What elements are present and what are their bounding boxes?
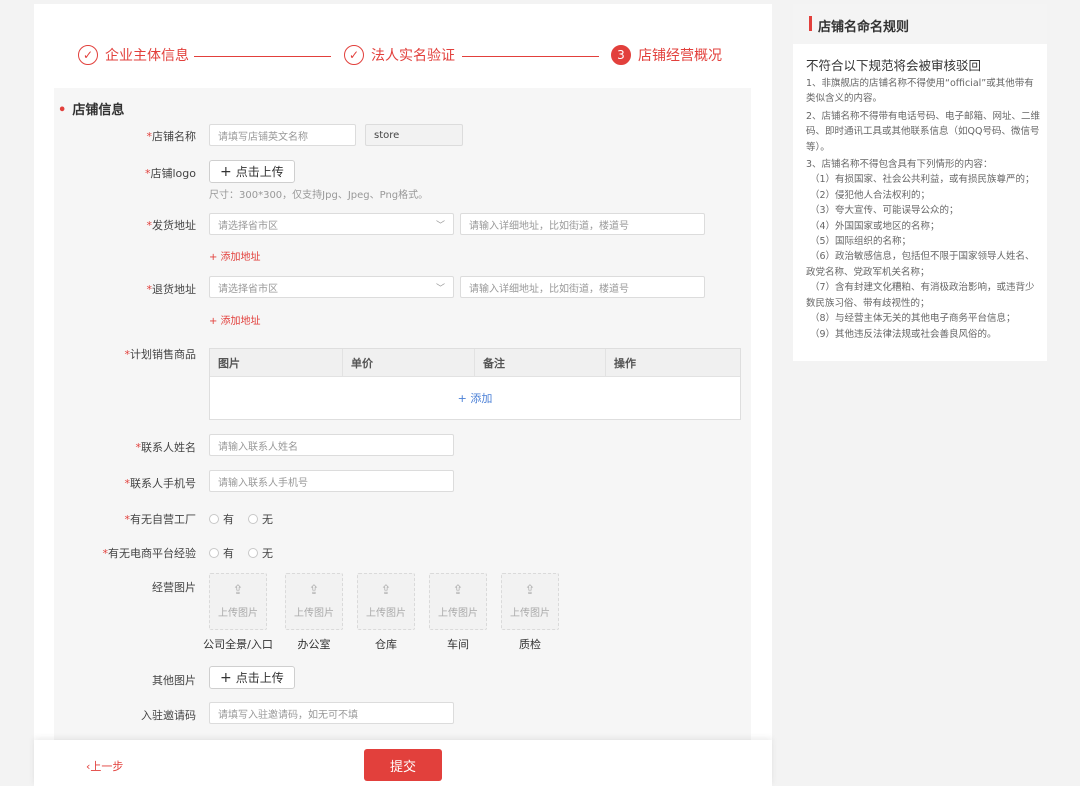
step-label: 店铺经营概况 [638, 48, 722, 64]
accent-bar [809, 16, 812, 31]
step-label: 企业主体信息 [105, 48, 189, 64]
progress-stepper: ✓ 企业主体信息 ✓ 法人实名验证 3 店铺经营概况 [34, 4, 772, 88]
rules-body: 1、非旗舰店的店铺名称不得使用“official”或其他带有类似含义的内容。 2… [806, 76, 1042, 342]
column-header: 备注 [475, 349, 606, 376]
check-icon: ✓ [78, 45, 98, 65]
return-region-select[interactable]: 请选择省市区 ﹀ [209, 276, 454, 298]
step-label: 法人实名验证 [371, 48, 455, 64]
upload-icon: ⇪ [308, 583, 320, 598]
contact-name-label: *联系人姓名 [135, 441, 197, 454]
rule-item: 2、店铺名称不得带有电话号码、电子邮箱、网址、二维码、即时通讯工具或其他联系信息… [806, 110, 1041, 153]
ecommerce-experience-label: *有无电商平台经验 [102, 547, 197, 560]
previous-step-link[interactable]: ‹上一步 [86, 758, 123, 774]
radio-option-no[interactable]: 无 [248, 545, 273, 561]
own-factory-label: *有无自营工厂 [124, 513, 197, 526]
column-header: 单价 [343, 349, 475, 376]
rule-subitem: （9）其他违反法律法规或社会善良风俗的。 [810, 328, 997, 340]
contact-phone-input[interactable]: 请输入联系人手机号 [209, 470, 454, 492]
chevron-down-icon: ﹀ [435, 284, 445, 294]
rule-subitem: （2）侵犯他人合法权利的； [810, 189, 931, 201]
upload-image-box-entrance[interactable]: ⇪ 上传图片 [209, 573, 267, 630]
rule-subitem: （4）外国国家或地区的名称； [810, 220, 940, 232]
rule-subitem: （8）与经营主体无关的其他电子商务平台信息； [810, 313, 1016, 325]
step-connector [194, 56, 331, 57]
other-images-upload-button[interactable]: + 点击上传 [209, 666, 295, 689]
logo-hint: 尺寸：300*300，仅支持Jpg、Jpeg、Png格式。 [209, 190, 429, 201]
contact-phone-label: *联系人手机号 [124, 477, 197, 490]
planned-goods-table: 图片 单价 备注 操作 + 添加 [209, 348, 741, 420]
radio-option-yes[interactable]: 有 [209, 545, 234, 561]
rule-subitem: （3）夸大宣传、可能误导公众的； [810, 205, 959, 217]
invite-code-label: 入驻邀请码 [141, 709, 196, 722]
rules-header: 店铺名命名规则 [793, 4, 1047, 44]
contact-name-input[interactable]: 请输入联系人姓名 [209, 434, 454, 456]
add-ship-address-link[interactable]: + 添加地址 [209, 248, 261, 263]
rule-subitem: （6）政治敏感信息，包括但不限于国家领导人姓名、政党名称、党政军机关名称； [806, 251, 1035, 278]
rule-subitem: （5）国际组织的名称； [810, 236, 912, 248]
step-enterprise-info: ✓ 企业主体信息 [78, 44, 189, 66]
step-connector [462, 56, 599, 57]
return-address-label: *退货地址 [146, 283, 197, 296]
return-detail-input[interactable]: 请输入详细地址，比如街道，楼道号 [460, 276, 705, 298]
rule-item: 3、店铺名称不得包含具有下列情形的内容： [806, 159, 993, 171]
radio-option-yes[interactable]: 有 [209, 511, 234, 527]
image-caption: 办公室 [297, 638, 331, 651]
upload-icon: ⇪ [380, 583, 392, 598]
chevron-down-icon: ﹀ [435, 221, 445, 231]
column-header: 图片 [210, 349, 343, 376]
shop-name-suffix: store [365, 124, 463, 146]
plus-icon: + [220, 163, 232, 180]
radio-option-no[interactable]: 无 [248, 511, 273, 527]
ship-region-select[interactable]: 请选择省市区 ﹀ [209, 213, 454, 235]
planned-goods-label: *计划销售商品 [124, 348, 197, 361]
upload-image-box-workshop[interactable]: ⇪ 上传图片 [429, 573, 487, 630]
submit-button[interactable]: 提交 [364, 749, 442, 781]
rule-item: 1、非旗舰店的店铺名称不得使用“official”或其他带有类似含义的内容。 [806, 78, 1034, 105]
step-number-badge: 3 [611, 45, 631, 65]
ship-detail-input[interactable]: 请输入详细地址，比如街道，楼道号 [460, 213, 705, 235]
shop-name-input[interactable]: 请填写店铺英文名称 [209, 124, 356, 146]
logo-upload-button[interactable]: + 点击上传 [209, 160, 295, 183]
upload-image-box-qc[interactable]: ⇪ 上传图片 [501, 573, 559, 630]
radio-button[interactable] [248, 514, 258, 524]
shop-logo-label: *店铺logo [145, 167, 196, 180]
rules-subtitle: 不符合以下规范将会被审核驳回 [806, 58, 982, 73]
ecommerce-experience-radio-group: 有 无 [209, 545, 287, 561]
other-images-label: 其他图片 [152, 674, 196, 687]
rules-title: 店铺名命名规则 [818, 20, 910, 35]
upload-icon: ⇪ [452, 583, 464, 598]
plus-icon: + [220, 669, 232, 686]
own-factory-radio-group: 有 无 [209, 511, 287, 527]
section-title: • 店铺信息 [58, 103, 125, 118]
ship-address-label: *发货地址 [146, 219, 197, 232]
image-caption: 车间 [447, 638, 469, 651]
radio-button[interactable] [248, 548, 258, 558]
image-caption: 质检 [519, 638, 541, 651]
upload-image-box-warehouse[interactable]: ⇪ 上传图片 [357, 573, 415, 630]
upload-icon: ⇪ [232, 583, 244, 598]
bottom-action-bar: ‹上一步 提交 [34, 740, 772, 786]
business-images-label: 经营图片 [152, 581, 196, 594]
add-return-address-link[interactable]: + 添加地址 [209, 312, 261, 327]
image-caption: 公司全景/入口 [203, 638, 273, 651]
radio-button[interactable] [209, 514, 219, 524]
check-icon: ✓ [344, 45, 364, 65]
column-header: 操作 [614, 356, 636, 370]
rule-subitem: （1）有损国家、社会公共利益，或有损民族尊严的； [810, 174, 1035, 186]
invite-code-input[interactable]: 请填写入驻邀请码，如无可不填 [209, 702, 454, 724]
step-shop-overview: 3 店铺经营概况 [611, 44, 722, 66]
add-goods-link[interactable]: + 添加 [210, 377, 740, 419]
radio-button[interactable] [209, 548, 219, 558]
table-header: 图片 单价 备注 操作 [210, 349, 740, 377]
main-card: ✓ 企业主体信息 ✓ 法人实名验证 3 店铺经营概况 • 店铺信息 *店铺名称 请… [34, 4, 772, 786]
naming-rules-card: 店铺名命名规则 不符合以下规范将会被审核驳回 1、非旗舰店的店铺名称不得使用“o… [793, 4, 1047, 361]
step-legal-verification: ✓ 法人实名验证 [344, 44, 455, 66]
upload-icon: ⇪ [524, 583, 536, 598]
shop-name-label: *店铺名称 [146, 130, 197, 143]
image-caption: 仓库 [375, 638, 397, 651]
rule-subitem: （7）含有封建文化糟粕、有消极政治影响，或违背少数民族习俗、带有歧视性的； [806, 282, 1035, 309]
upload-image-box-office[interactable]: ⇪ 上传图片 [285, 573, 343, 630]
